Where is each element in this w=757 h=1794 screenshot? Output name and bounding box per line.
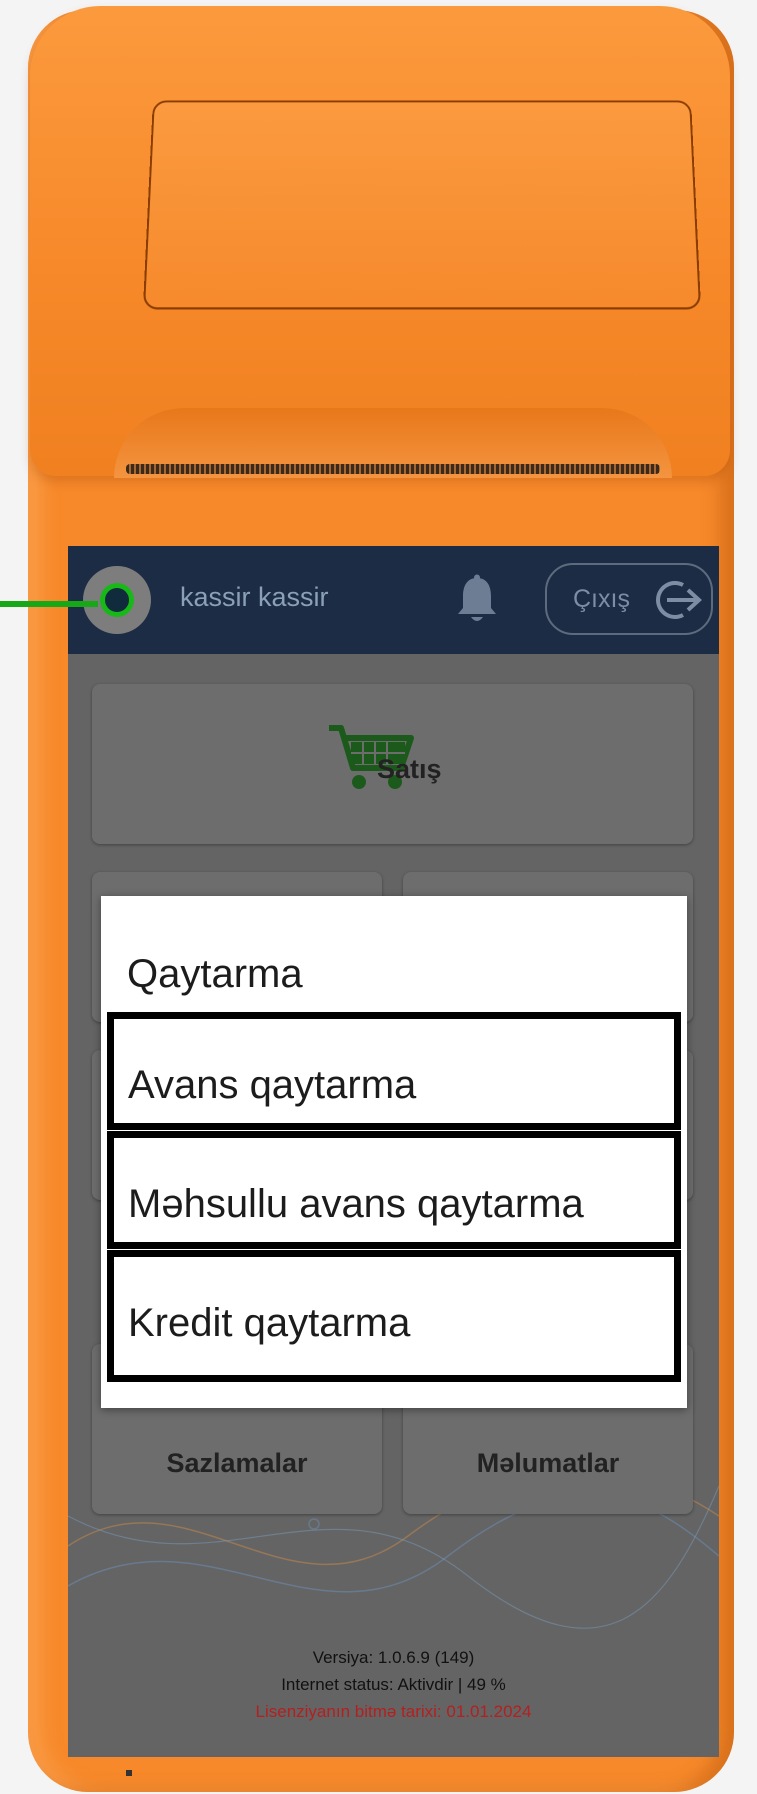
option-label: Kredit qaytarma — [128, 1301, 411, 1345]
user-avatar-icon[interactable] — [83, 566, 151, 634]
license-expiry: Lisenziyanın bitmə tarixi: 01.01.2024 — [255, 1702, 532, 1721]
logout-label: Çıxış — [573, 585, 630, 613]
app-version: Versiya: 1.0.6.9 (149) — [312, 1648, 475, 1667]
sales-label: Satış — [377, 754, 442, 784]
tear-bar — [126, 464, 660, 474]
option-mehsullu-avans-qaytarma[interactable]: Məhsullu avans qaytarma — [107, 1131, 681, 1249]
bell-icon[interactable] — [453, 574, 501, 626]
annotation-pointer-line — [0, 601, 98, 607]
info-label: Məlumatlar — [476, 1448, 620, 1478]
option-label: Avans qaytarma — [128, 1063, 417, 1107]
option-avans-qaytarma[interactable]: Avans qaytarma — [107, 1012, 681, 1130]
internet-status: Internet status: Aktivdir | 49 % — [281, 1675, 506, 1694]
option-kredit-qaytarma[interactable]: Kredit qaytarma — [107, 1250, 681, 1382]
logout-button[interactable]: Çıxış — [545, 563, 713, 635]
refund-dialog: Qaytarma Avans qaytarma Məhsullu avans q… — [101, 896, 687, 1408]
option-label: Məhsullu avans qaytarma — [128, 1182, 584, 1226]
avatar-marker — [105, 588, 129, 612]
logout-arrow-icon — [656, 581, 702, 619]
sales-tile[interactable]: Satış — [92, 684, 693, 844]
settings-label: Sazlamalar — [166, 1448, 308, 1478]
paper-cover — [142, 100, 702, 310]
printer-head — [30, 6, 730, 476]
receipt-slot — [114, 408, 672, 478]
top-bar: kassir kassir Çıxış — [68, 546, 719, 654]
user-name: kassir kassir — [180, 582, 329, 612]
dialog-title: Qaytarma — [127, 952, 303, 996]
speck — [126, 1770, 132, 1776]
